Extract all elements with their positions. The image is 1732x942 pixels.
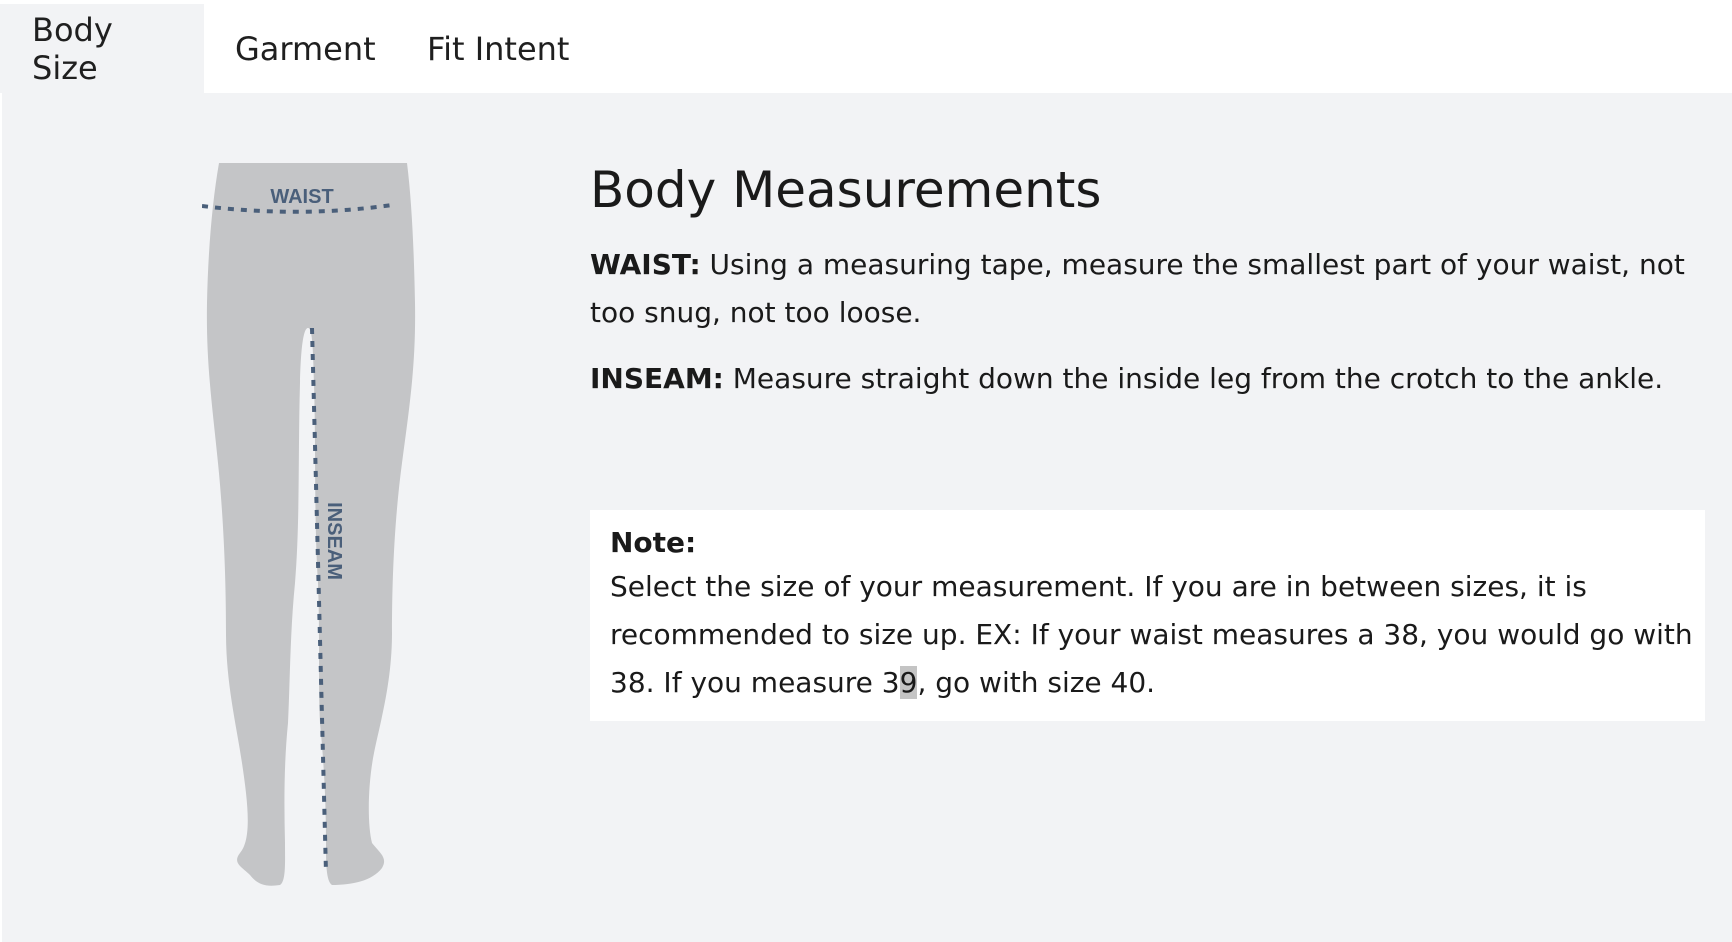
tab-fit-intent[interactable]: Fit Intent [427,4,627,93]
note-text: Select the size of your measurement. If … [610,563,1695,707]
note-title: Note: [610,526,697,559]
waist-instruction-text: Using a measuring tape, measure the smal… [590,248,1685,329]
note-box: Note: Select the size of your measuremen… [590,510,1705,721]
inseam-instruction: INSEAM: Measure straight down the inside… [590,355,1700,403]
body-size-panel: WAIST INSEAM Body Measurements WAIST: Us… [2,93,1732,942]
tab-body-size[interactable]: Body Size [0,4,204,93]
waist-label: WAIST [270,186,333,208]
waist-instruction-label: WAIST: [590,248,701,281]
tab-bar: Body Size Garment Fit Intent [0,4,1732,93]
measurement-content: Body Measurements WAIST: Using a measuri… [590,153,1705,721]
note-text-after: , go with size 40. [917,666,1156,699]
inseam-instruction-text: Measure straight down the inside leg fro… [723,362,1664,395]
page-title: Body Measurements [590,161,1102,219]
text-selection-highlight[interactable]: 9 [899,666,918,699]
waist-instruction: WAIST: Using a measuring tape, measure t… [590,241,1700,337]
inseam-instruction-label: INSEAM: [590,362,724,395]
inseam-label: INSEAM [323,502,345,580]
legs-silhouette [206,163,416,886]
tab-garment[interactable]: Garment [204,4,427,93]
legs-measurement-illustration: WAIST INSEAM [202,163,416,886]
